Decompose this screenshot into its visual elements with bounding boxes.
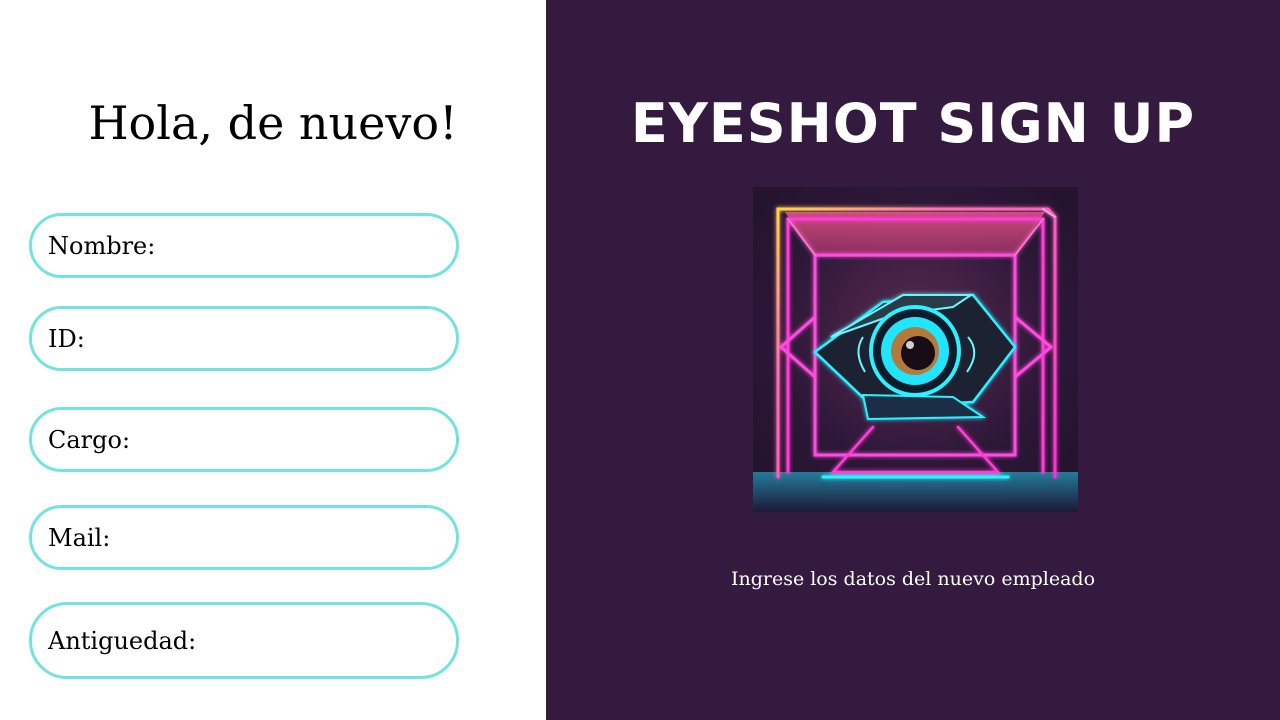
app-title: EYESHOT SIGN UP <box>630 92 1196 155</box>
id-label: ID: <box>48 324 85 353</box>
name-input[interactable] <box>163 224 436 267</box>
position-field[interactable]: Cargo: <box>29 407 459 472</box>
seniority-field[interactable]: Antiguedad: <box>29 602 459 679</box>
position-label: Cargo: <box>48 425 131 454</box>
mail-field[interactable]: Mail: <box>29 505 459 570</box>
seniority-label: Antiguedad: <box>48 626 197 655</box>
name-field[interactable]: Nombre: <box>29 213 459 278</box>
neon-eye-icon <box>753 187 1078 512</box>
mail-label: Mail: <box>48 523 111 552</box>
id-input[interactable] <box>92 317 436 360</box>
id-field[interactable]: ID: <box>29 306 459 371</box>
mail-input[interactable] <box>118 516 436 559</box>
brand-panel: EYESHOT SIGN UP Ingrese los datos del nu… <box>546 0 1280 720</box>
signup-page: Hola, de nuevo! Nombre: ID: Cargo: Mail:… <box>0 0 1280 720</box>
seniority-input[interactable] <box>204 619 436 662</box>
form-panel: Hola, de nuevo! Nombre: ID: Cargo: Mail:… <box>0 0 546 720</box>
subtitle: Ingrese los datos del nuevo empleado <box>730 568 1096 590</box>
greeting-heading: Hola, de nuevo! <box>88 96 458 150</box>
name-label: Nombre: <box>48 231 156 260</box>
position-input[interactable] <box>138 418 436 461</box>
